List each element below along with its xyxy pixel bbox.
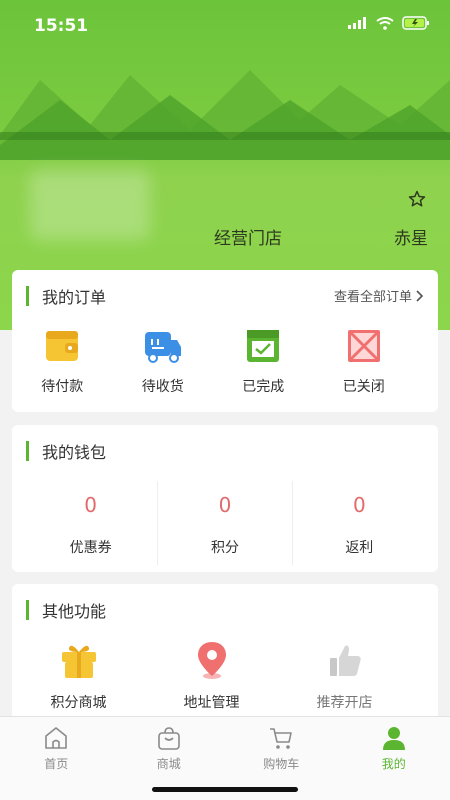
points-mall-label: 积分商城 [50,695,107,711]
points-mall[interactable]: 积分商城 [12,640,145,712]
orders-title-text: 我的订单 [42,288,107,307]
signal-icon [348,17,366,29]
order-completed-label: 已完成 [242,379,285,395]
wallet-coupons[interactable]: 0 优惠券 [24,481,159,565]
closed-box-icon [347,330,380,362]
title-accent-bar [26,600,29,620]
store-owner-name: 赤星 [394,229,428,249]
bag-icon [157,727,180,750]
chevron-right-icon [416,289,424,302]
wallet-title-text: 我的钱包 [42,443,107,462]
truck-icon [144,332,181,363]
tab-home-label: 首页 [44,757,69,771]
order-pending-payment-label: 待付款 [41,379,84,395]
recommend-store[interactable]: 推荐开店 [278,640,411,712]
order-closed-label: 已关闭 [342,379,385,395]
wallet-card-title: 我的钱包 [26,439,106,463]
home-indicator [152,787,298,792]
status-time: 15:51 [34,16,89,36]
location-pin-icon [197,642,226,679]
avatar-placeholder [30,170,150,240]
status-bar: 15:51 [0,0,450,52]
tab-cart-label: 购物车 [263,757,300,771]
other-title-text: 其他功能 [42,602,107,621]
wallet-icon [46,331,79,361]
cart-icon [270,728,293,749]
title-accent-bar [26,286,29,306]
points-count: 0 [218,493,232,517]
recommend-store-label: 推荐开店 [316,695,373,711]
wallet-points[interactable]: 0 积分 [158,481,293,565]
store-name: 经营门店 [214,229,282,249]
view-all-orders-link[interactable]: 查看全部订单 [334,286,424,305]
wifi-icon [376,16,394,30]
thumbs-up-icon [329,645,361,676]
coupons-count: 0 [84,493,98,517]
tab-mine-label: 我的 [381,757,406,771]
title-accent-bar [26,441,29,461]
wallet-card: 我的钱包 0 优惠券 0 积分 0 返利 [12,425,438,572]
person-icon [382,727,405,750]
tab-cart[interactable]: 购物车 [225,717,338,772]
wallet-rebate[interactable]: 0 返利 [293,481,426,565]
coupons-label: 优惠券 [69,540,112,556]
order-completed[interactable]: 已完成 [213,328,314,396]
tab-mall[interactable]: 商城 [113,717,226,772]
order-closed[interactable]: 已关闭 [314,328,415,396]
tab-home[interactable]: 首页 [0,717,113,772]
order-pending-receipt-label: 待收货 [141,379,184,395]
orders-card: 我的订单 查看全部订单 待付款 待收货 已完成 已关闭 [12,270,438,412]
bottom-tab-bar: 首页 商城 购物车 我的 [0,716,450,800]
home-icon [45,727,68,749]
tab-mall-label: 商城 [156,757,181,771]
check-box-icon [247,330,280,362]
view-all-orders-label: 查看全部订单 [333,290,412,305]
rebate-count: 0 [352,493,366,517]
tab-mine[interactable]: 我的 [338,717,450,772]
other-functions-title: 其他功能 [26,598,106,622]
order-pending-receipt[interactable]: 待收货 [113,328,214,396]
orders-card-title: 我的订单 [26,284,106,308]
rebate-label: 返利 [345,540,374,556]
address-management-label: 地址管理 [183,695,240,711]
battery-charging-icon [402,16,429,30]
order-pending-payment[interactable]: 待付款 [12,328,113,396]
gift-icon [61,645,96,678]
points-label: 积分 [210,540,239,556]
star-outline-icon[interactable] [408,190,426,208]
mountain-background-illustration [0,70,450,160]
other-functions-card: 其他功能 积分商城 地址管理 推荐开店 [12,584,438,724]
address-management[interactable]: 地址管理 [145,640,278,712]
